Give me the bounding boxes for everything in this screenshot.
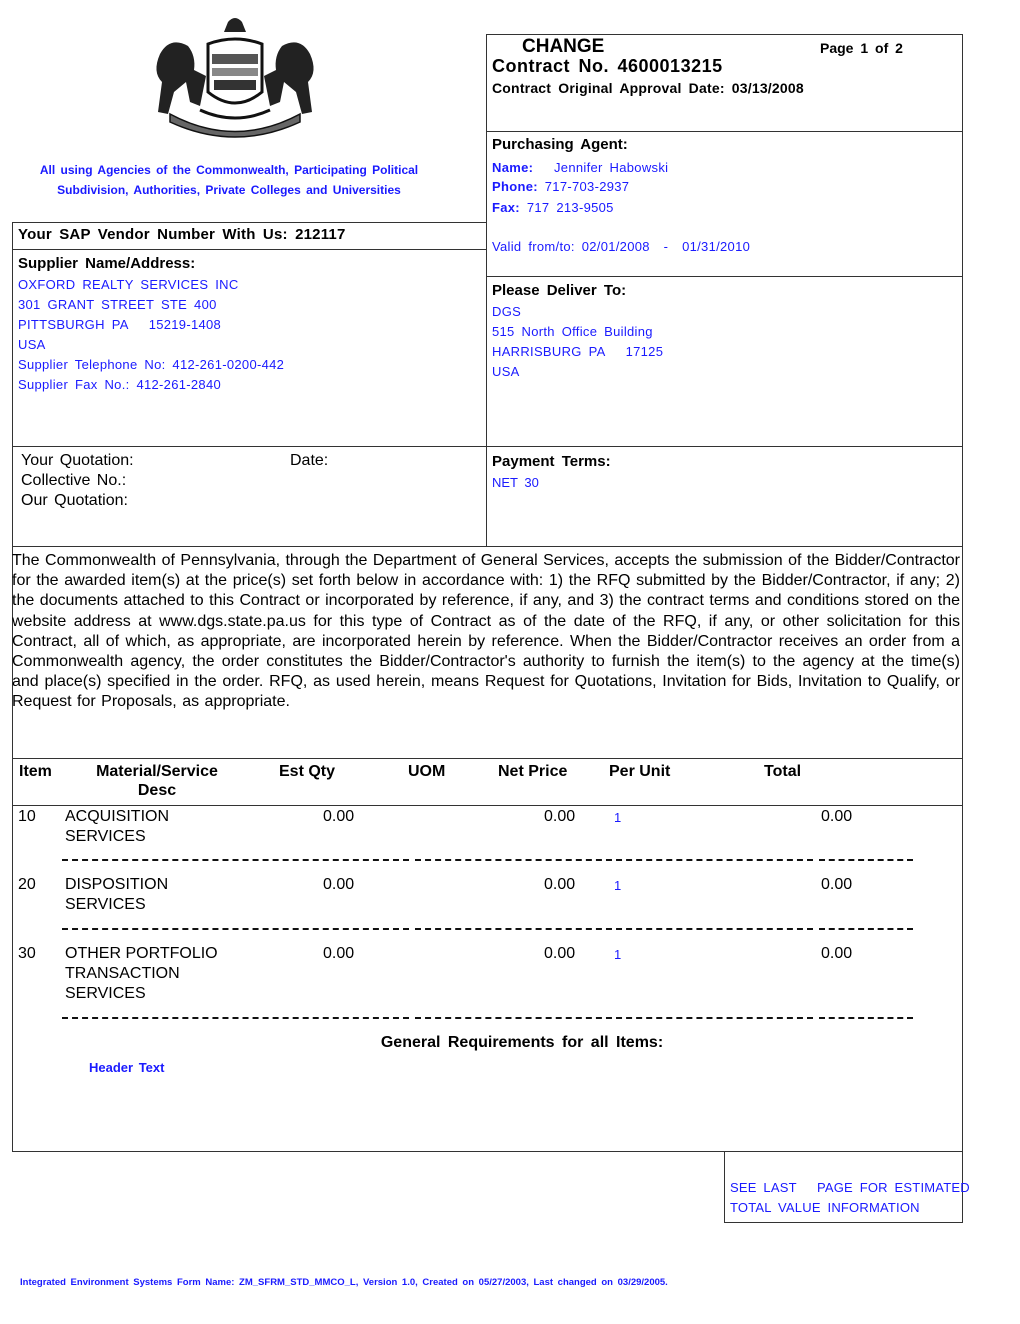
column-desc: Material/Service Desc	[92, 763, 222, 800]
row-per-unit: 1	[614, 947, 622, 962]
column-net-price: Net Price	[498, 763, 568, 780]
header-text-label: Header Text	[89, 1060, 165, 1075]
row-net-price: 0.00	[544, 808, 576, 825]
agent-name: Name: Jennifer Habowski	[492, 160, 668, 175]
row-desc-line: SERVICES	[65, 896, 146, 913]
agencies-line-2: Subdivision, Authorities, Private Colleg…	[57, 183, 401, 197]
contract-number: Contract No. 4600013215	[492, 56, 723, 76]
your-quotation-label: Your Quotation:	[21, 452, 134, 469]
deliver-to-country: USA	[492, 364, 520, 379]
supplier-telephone: Supplier Telephone No: 412-261-0200-442	[18, 357, 285, 372]
row-item-number: 30	[18, 945, 36, 962]
document-type: CHANGE	[522, 36, 605, 57]
row-desc-line: DISPOSITION	[65, 876, 169, 893]
supplier-fax: Supplier Fax No.: 412-261-2840	[18, 377, 222, 392]
row-est-qty: 0.00	[323, 808, 355, 825]
supplier-title: Supplier Name/Address:	[18, 255, 196, 272]
deliver-to-box	[486, 276, 963, 447]
estimated-total-note: SEE LAST PAGE FOR ESTIMATED TOTAL VALUE …	[730, 1178, 970, 1218]
row-desc-line: SERVICES	[65, 985, 146, 1002]
column-per-unit: Per Unit	[609, 763, 671, 780]
row-est-qty: 0.00	[323, 876, 355, 893]
row-desc-line: OTHER PORTFOLIO	[65, 945, 218, 962]
quotation-date-label: Date:	[290, 452, 329, 469]
supplier-street: 301 GRANT STREET STE 400	[18, 297, 217, 312]
column-desc-line-2: Desc	[137, 782, 177, 799]
row-total: 0.00	[821, 808, 853, 825]
row-desc-line: SERVICES	[65, 828, 146, 845]
terms-paragraph: The Commonwealth of Pennsylvania, throug…	[12, 552, 960, 711]
row-total: 0.00	[821, 876, 853, 893]
payment-terms-title: Payment Terms:	[492, 453, 611, 470]
page-indicator: Page 1 of 2	[820, 40, 903, 56]
column-est-qty: Est Qty	[279, 763, 336, 780]
estimated-total-note-line-1: SEE LAST PAGE FOR ESTIMATED	[730, 1180, 970, 1195]
agencies-line-1: All using Agencies of the Commonwealth, …	[39, 163, 419, 177]
general-requirements-title: General Requirements for all Items:	[380, 1034, 664, 1051]
collective-no-label: Collective No.:	[21, 472, 127, 489]
row-item-number: 20	[18, 876, 36, 893]
row-per-unit: 1	[614, 878, 622, 893]
row-item-number: 10	[18, 808, 36, 825]
deliver-to-building: 515 North Office Building	[492, 324, 653, 339]
supplier-city: PITTSBURGH PA 15219-1408	[18, 317, 222, 332]
column-uom: UOM	[408, 763, 446, 780]
agent-validity: Valid from/to: 02/01/2008 - 01/31/2010	[492, 239, 751, 254]
row-est-qty: 0.00	[323, 945, 355, 962]
approval-date: Contract Original Approval Date: 03/13/2…	[492, 80, 804, 96]
agent-phone-value: 717-703-2937	[544, 179, 630, 194]
row-total: 0.00	[821, 945, 853, 962]
agent-name-value: Jennifer Habowski	[554, 160, 669, 175]
column-desc-line-1: Material/Service	[96, 763, 218, 780]
agencies-notice: All using Agencies of the Commonwealth, …	[14, 160, 444, 200]
supplier-name: OXFORD REALTY SERVICES INC	[18, 277, 239, 292]
agent-fax: Fax: 717 213-9505	[492, 200, 614, 215]
agent-name-label: Name:	[492, 160, 534, 175]
agent-fax-value: 717 213-9505	[526, 200, 614, 215]
row-net-price: 0.00	[544, 945, 576, 962]
our-quotation-label: Our Quotation:	[21, 492, 128, 509]
payment-terms-value: NET 30	[492, 475, 539, 490]
estimated-total-note-line-2: TOTAL VALUE INFORMATION	[730, 1200, 920, 1215]
supplier-country: USA	[18, 337, 46, 352]
row-per-unit: 1	[614, 810, 622, 825]
row-net-price: 0.00	[544, 876, 576, 893]
agent-phone-label: Phone:	[492, 179, 538, 194]
agent-phone: Phone: 717-703-2937	[492, 179, 629, 194]
row-desc-line: ACQUISITION	[65, 808, 170, 825]
column-item: Item	[19, 763, 52, 780]
vendor-number: Your SAP Vendor Number With Us: 212117	[18, 226, 346, 243]
deliver-to-city: HARRISBURG PA 17125	[492, 344, 664, 359]
agent-fax-label: Fax:	[492, 200, 520, 215]
deliver-to-title: Please Deliver To:	[492, 282, 627, 299]
deliver-to-org: DGS	[492, 304, 522, 319]
form-footer: Integrated Environment Systems Form Name…	[20, 1277, 668, 1288]
column-total: Total	[764, 763, 802, 780]
purchasing-agent-title: Purchasing Agent:	[492, 136, 628, 153]
pennsylvania-seal-icon	[156, 18, 314, 138]
row-desc-line: TRANSACTION	[65, 965, 180, 982]
